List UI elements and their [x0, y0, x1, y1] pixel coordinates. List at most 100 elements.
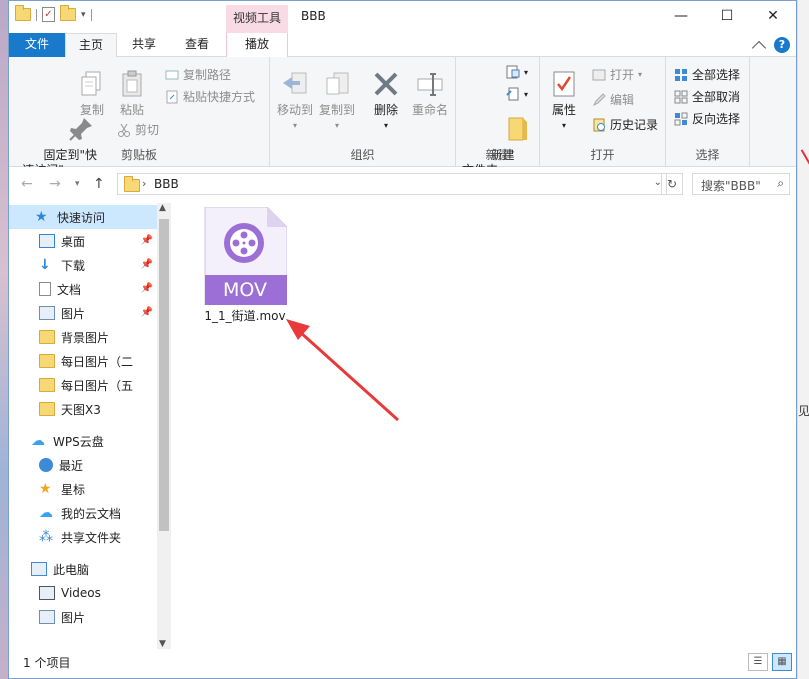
new-folder-icon	[465, 99, 528, 141]
close-button[interactable]: ✕	[750, 1, 796, 31]
copy-icon	[77, 69, 107, 99]
collapse-ribbon-icon[interactable]	[751, 40, 767, 55]
pin-icon: 📌	[140, 283, 153, 294]
recent-locations-icon[interactable]: ▾	[75, 179, 80, 189]
edit-icon	[592, 92, 606, 107]
back-arrow-icon[interactable]: ←	[21, 176, 33, 192]
scroll-up-icon[interactable]: ▲	[159, 203, 166, 213]
new-item-button[interactable]: ▾	[506, 65, 528, 79]
sidebar-item-label: 每日图片（五	[61, 378, 134, 393]
ribbon-tabs: 文件 主页 共享 查看 播放 ?	[9, 33, 796, 58]
invert-selection-button[interactable]: 反向选择	[674, 110, 740, 127]
large-icons-view-icon[interactable]: ▦	[772, 653, 792, 671]
rename-icon	[415, 69, 445, 99]
move-to-button[interactable]: 移动到 ▾	[275, 69, 315, 133]
sidebar-item-label: 背景图片	[61, 330, 110, 345]
sidebar-item-label: 图片	[61, 610, 86, 625]
properties-icon[interactable]: ✓	[42, 7, 55, 22]
delete-button[interactable]: 删除 ▾	[368, 69, 404, 133]
folder-icon	[15, 5, 31, 21]
sidebar-item[interactable]: 最近	[9, 453, 157, 477]
details-view-icon[interactable]: ☰	[748, 653, 768, 671]
edit-button[interactable]: 编辑	[592, 91, 634, 108]
window-controls: — ☐ ✕	[658, 1, 796, 31]
sidebar-item[interactable]: 文档 📌	[9, 277, 157, 301]
tab-view[interactable]: 查看	[172, 33, 222, 57]
sidebar-item[interactable]: ☁ 我的云文档	[9, 501, 157, 525]
help-icon[interactable]: ?	[774, 37, 790, 53]
tab-share[interactable]: 共享	[119, 33, 169, 57]
minimize-button[interactable]: —	[658, 1, 704, 31]
breadcrumb[interactable]: BBB	[154, 177, 179, 191]
invert-selection-icon	[674, 112, 688, 126]
clipboard-group: 固定到"快 速访问" 复制 粘贴 复制路径 粘贴快捷方式	[9, 57, 270, 177]
folder-icon	[39, 330, 55, 344]
desktop-background-right: 见	[795, 0, 809, 679]
sidebar-item[interactable]: ↓ 下载 📌	[9, 253, 157, 277]
history-button[interactable]: 历史记录	[592, 116, 658, 133]
select-all-icon	[674, 68, 688, 82]
move-to-icon	[280, 69, 310, 99]
select-none-button[interactable]: 全部取消	[674, 88, 740, 105]
refresh-button[interactable]: ↻	[661, 173, 683, 195]
sidebar-item[interactable]: 每日图片（二	[9, 349, 157, 373]
qat-dropdown-icon[interactable]: ▾	[81, 10, 86, 20]
select-all-button[interactable]: 全部选择	[674, 66, 740, 83]
sidebar-item[interactable]: ⁂ 共享文件夹	[9, 525, 157, 549]
desktop-background-left	[0, 0, 8, 679]
scroll-thumb[interactable]	[159, 219, 169, 531]
tab-file[interactable]: 文件	[9, 33, 65, 57]
file-name: 1_1_街道.mov	[204, 309, 286, 323]
up-arrow-icon[interactable]: ↑	[93, 176, 105, 192]
sidebar-item[interactable]: ★ 星标	[9, 477, 157, 501]
paste-icon	[117, 69, 147, 99]
pin-icon: 📌	[140, 235, 153, 246]
pictures-icon	[39, 306, 55, 320]
sidebar-item[interactable]: 图片	[9, 605, 157, 629]
sidebar-item[interactable]: 天图X3	[9, 397, 157, 421]
sidebar-item-label: Videos	[61, 586, 101, 600]
copy-path-icon	[165, 68, 179, 82]
copy-to-button[interactable]: 复制到 ▾	[317, 69, 357, 133]
sidebar-item[interactable]: ★ 快速访问	[9, 205, 157, 229]
sidebar-item[interactable]: 图片 📌	[9, 301, 157, 325]
sidebar-item[interactable]: 桌面 📌	[9, 229, 157, 253]
download-icon: ↓	[39, 257, 51, 273]
address-input[interactable]: › BBB ⌄	[117, 173, 667, 195]
scroll-down-icon[interactable]: ▼	[159, 639, 166, 649]
sidebar-item-label: 我的云文档	[61, 506, 122, 521]
quick-access-toolbar: ✓ ▾	[15, 5, 92, 22]
sidebar-item[interactable]: 此电脑	[9, 557, 157, 581]
sidebar-item-label: 图片	[61, 306, 86, 321]
sidebar-item-label: WPS云盘	[53, 434, 104, 449]
sidebar-item[interactable]: 背景图片	[9, 325, 157, 349]
clock-icon	[39, 458, 53, 472]
pictures-icon	[39, 610, 55, 624]
rename-button[interactable]: 重命名	[408, 69, 452, 118]
cut-button[interactable]: 剪切	[117, 121, 159, 138]
open-button[interactable]: 打开 ▾	[592, 66, 642, 83]
sidebar-item[interactable]: 每日图片（五	[9, 373, 157, 397]
file-type-badge: MOV	[222, 279, 267, 301]
copy-button[interactable]: 复制	[75, 69, 109, 118]
tab-home[interactable]: 主页	[65, 33, 117, 58]
sidebar-item[interactable]: ☁ WPS云盘	[9, 429, 157, 453]
ribbon: 固定到"快 速访问" 复制 粘贴 复制路径 粘贴快捷方式	[9, 57, 796, 177]
easy-access-button[interactable]: ▾	[506, 87, 528, 101]
forward-arrow-icon[interactable]: →	[49, 176, 61, 192]
open-group-label: 打开	[590, 148, 615, 162]
paste-shortcut-button[interactable]: 粘贴快捷方式	[165, 88, 255, 105]
sidebar-item[interactable]: Videos	[9, 581, 157, 605]
file-item[interactable]: MOV 1_1_街道.mov	[197, 206, 293, 324]
sidebar-item-label: 桌面	[61, 234, 86, 249]
search-input[interactable]: 搜索"BBB" ⌕	[692, 173, 790, 195]
copy-path-button[interactable]: 复制路径	[165, 66, 231, 83]
sidebar-item-label: 天图X3	[61, 402, 101, 417]
new-folder-icon[interactable]	[60, 5, 76, 21]
maximize-button[interactable]: ☐	[704, 1, 750, 31]
nav-scrollbar[interactable]: ▲ ▼	[157, 203, 171, 649]
properties-button[interactable]: 属性 ▾	[546, 69, 582, 133]
tab-play[interactable]: 播放	[226, 33, 288, 57]
breadcrumb-separator-icon[interactable]: ›	[142, 177, 146, 190]
paste-button[interactable]: 粘贴	[115, 69, 149, 118]
